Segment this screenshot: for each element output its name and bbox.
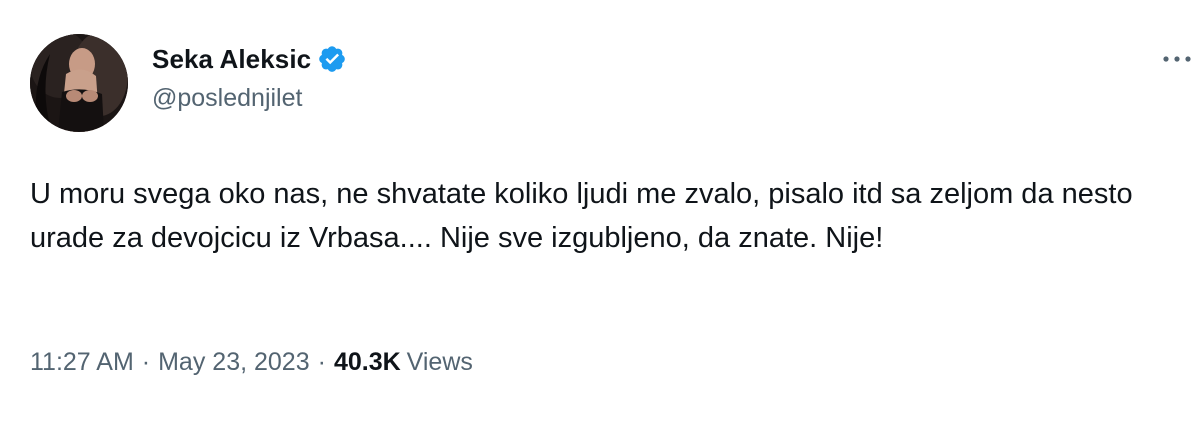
more-horizontal-icon: [1163, 56, 1191, 62]
tweet-time[interactable]: 11:27 AM: [30, 348, 134, 377]
tweet-text: U moru svega oko nas, ne shvatate koliko…: [30, 178, 1133, 254]
author-handle[interactable]: @poslednjilet: [152, 84, 302, 113]
meta-separator: ·: [317, 348, 326, 376]
views-label: Views: [406, 348, 473, 376]
tweet-card: Seka Aleksic @poslednjilet U moru svega …: [0, 0, 1200, 421]
meta-separator: ·: [141, 348, 151, 376]
author-name-row: Seka Aleksic: [152, 42, 347, 76]
avatar[interactable]: [30, 34, 128, 132]
tweet-date[interactable]: May 23, 2023: [158, 348, 310, 377]
tweet-meta: 11:27 AM · May 23, 2023 · 40.3K Views: [30, 348, 473, 377]
views-count: 40.3K: [333, 348, 401, 376]
author-display-name[interactable]: Seka Aleksic: [152, 44, 311, 75]
avatar-image: [30, 34, 128, 132]
verified-badge-icon[interactable]: [317, 44, 347, 74]
more-options-button[interactable]: [1160, 44, 1194, 74]
